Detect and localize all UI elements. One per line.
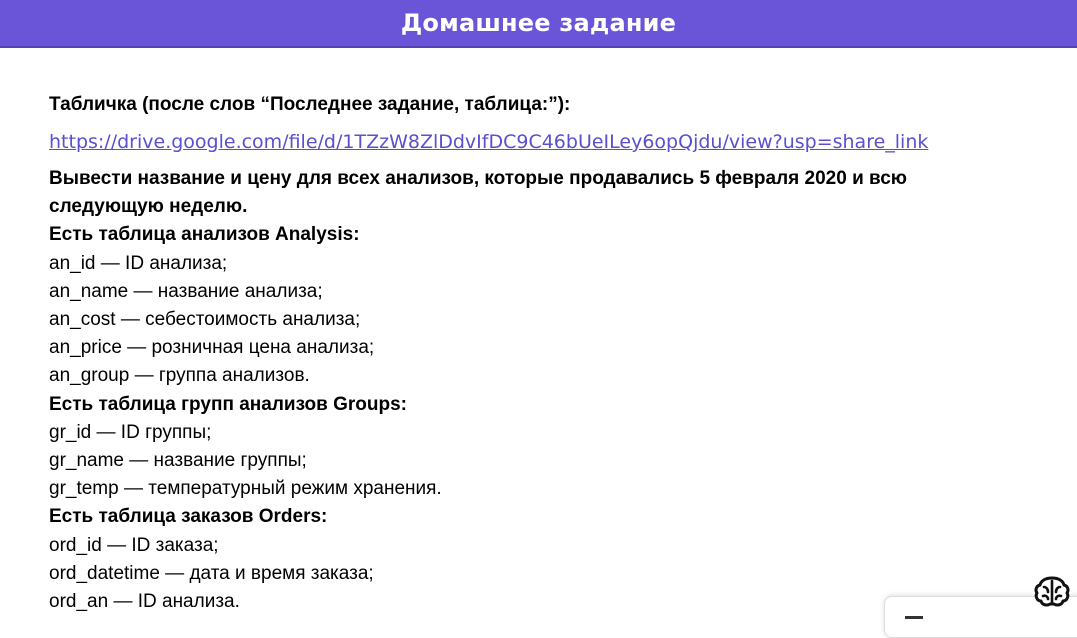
- groups-table-title: Есть таблица групп анализов Groups:: [49, 393, 407, 415]
- table-intro: Табличка (после слов “Последнее задание,…: [49, 94, 571, 115]
- homework-content: Табличка (после слов “Последнее задание,…: [49, 91, 1049, 616]
- task-description: Вывести название и цену для всех анализо…: [49, 165, 1049, 616]
- orders-table-title: Есть таблица заказов Orders:: [49, 506, 328, 528]
- analysis-field: an_group — группа анализов.: [49, 365, 310, 387]
- drive-link[interactable]: https://drive.google.com/file/d/1TZzW8Zl…: [49, 129, 1049, 155]
- analysis-table-title: Есть таблица анализов Analysis:: [49, 224, 360, 246]
- analysis-field: an_price — розничная цена анализа;: [49, 337, 375, 359]
- orders-field: ord_id — ID заказа;: [49, 534, 219, 556]
- page-header: Домашнее задание: [0, 0, 1077, 48]
- page-title: Домашнее задание: [400, 9, 677, 37]
- groups-field: gr_id — ID группы;: [49, 421, 212, 443]
- task-line-1: Вывести название и цену для всех анализо…: [49, 168, 908, 189]
- analysis-field: an_name — название анализа;: [49, 280, 323, 302]
- groups-field: gr_temp — температурный режим хранения.: [49, 478, 442, 500]
- task-line-2: следующую неделю.: [49, 196, 248, 218]
- groups-field: gr_name — название группы;: [49, 450, 307, 472]
- orders-field: ord_datetime — дата и время заказа;: [49, 562, 374, 584]
- analysis-field: an_cost — себестоимость анализа;: [49, 309, 361, 331]
- analysis-field: an_id — ID анализа;: [49, 252, 228, 274]
- brain-icon[interactable]: [1033, 575, 1071, 609]
